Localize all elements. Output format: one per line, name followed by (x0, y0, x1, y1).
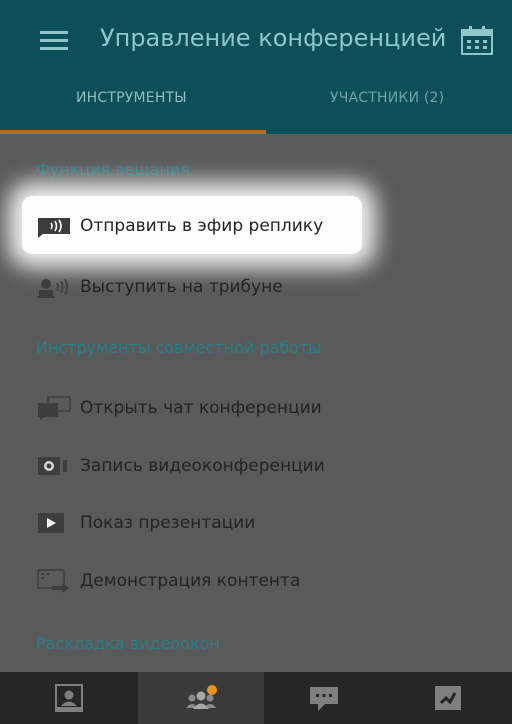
bottom-navigation (0, 672, 512, 724)
section-title-layout[interactable]: Раскладка видеоокон (36, 634, 220, 653)
record-video-label: Запись видеоконференции (80, 456, 325, 476)
tools-panel: Функция вещания Отправить в эфир реплику… (0, 134, 512, 672)
broadcast-reply-button[interactable]: Отправить в эфир реплику (36, 206, 323, 246)
nav-participants[interactable] (138, 672, 264, 724)
speak-tribune-label: Выступить на трибуне (80, 277, 283, 297)
video-record-icon (38, 457, 67, 475)
chat-messages-icon (310, 687, 338, 711)
speech-broadcast-icon (38, 218, 70, 238)
hamburger-menu-icon[interactable] (40, 31, 68, 51)
contacts-icon (55, 684, 83, 712)
broadcast-reply-label: Отправить в эфир реплику (80, 216, 324, 236)
nav-end-call[interactable] (384, 672, 512, 724)
call-end-icon (435, 686, 461, 710)
tab-participants[interactable]: УЧАСТНИКИ (2) (330, 90, 444, 106)
screen-share-icon (37, 569, 69, 593)
nav-contacts[interactable] (0, 672, 138, 724)
open-chat-button[interactable]: Открыть чат конференции (36, 388, 322, 428)
open-chat-label: Открыть чат конференции (80, 398, 322, 418)
speaker-person-icon (37, 278, 68, 298)
tab-tools[interactable]: ИНСТРУМЕНТЫ (76, 90, 187, 106)
participants-icon (186, 685, 217, 709)
page-title: Управление конференцией (100, 24, 447, 52)
content-demo-button[interactable]: Демонстрация контента (36, 561, 300, 601)
record-video-button[interactable]: Запись видеоконференции (36, 446, 325, 486)
app-header: Управление конференцией ИНСТРУМЕНТЫ УЧАС… (0, 0, 512, 134)
show-presentation-button[interactable]: Показ презентации (36, 503, 255, 543)
section-title-collaboration: Инструменты совместной работы (36, 338, 321, 357)
nav-chat[interactable] (264, 672, 384, 724)
calendar-icon[interactable] (460, 26, 494, 56)
show-presentation-label: Показ презентации (80, 513, 256, 533)
notification-dot (207, 685, 217, 695)
presentation-play-icon (38, 513, 64, 533)
speak-tribune-button[interactable]: Выступить на трибуне (36, 267, 283, 307)
chat-icon (38, 396, 71, 420)
section-title-broadcast: Функция вещания (36, 160, 190, 179)
content-demo-label: Демонстрация контента (80, 571, 301, 591)
